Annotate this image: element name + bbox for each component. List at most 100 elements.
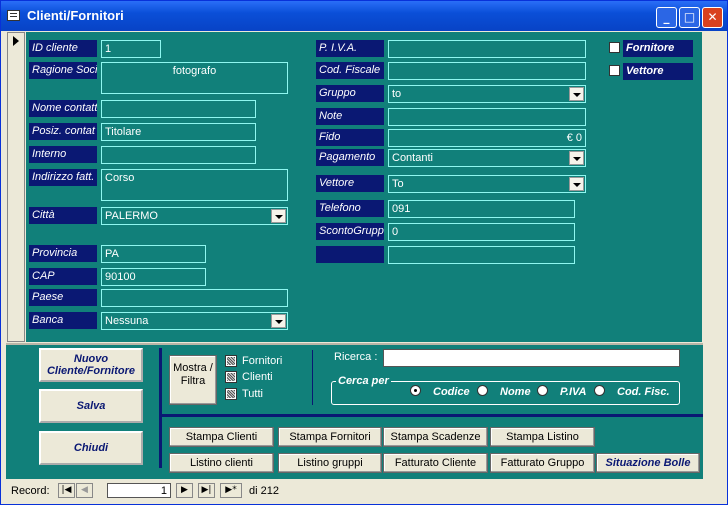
- codice-radio-label: Codice: [433, 386, 470, 398]
- stampa-fornitori-button[interactable]: Stampa Fornitori: [278, 427, 382, 447]
- pagamento-combo[interactable]: Contanti: [388, 149, 586, 167]
- id-cliente-label: ID cliente: [29, 40, 97, 57]
- codice-fiscale-field[interactable]: [388, 62, 586, 80]
- vettore-checkbox[interactable]: [609, 65, 620, 76]
- stampa-clienti-button[interactable]: Stampa Clienti: [169, 427, 274, 447]
- dropdown-arrow-icon[interactable]: [271, 209, 286, 223]
- citta-label: Città: [29, 207, 97, 224]
- stampa-scadenze-button[interactable]: Stampa Scadenze: [383, 427, 488, 447]
- banca-label: Banca: [29, 312, 97, 329]
- codice-radio[interactable]: [410, 385, 421, 396]
- telefono-label: Telefono: [316, 200, 384, 217]
- vettore-combo[interactable]: To: [388, 175, 586, 193]
- fido-label: Fido: [316, 129, 384, 146]
- form-window: Clienti/Fornitori _ □ ✕ ID cliente 1 Rag…: [0, 0, 728, 505]
- fatturato-cliente-button[interactable]: Fatturato Cliente: [383, 453, 488, 473]
- gruppo-value: to: [392, 88, 402, 100]
- divider: [159, 348, 162, 468]
- banca-combo[interactable]: Nessuna: [101, 312, 288, 330]
- fatturato-gruppo-button[interactable]: Fatturato Gruppo: [490, 453, 595, 473]
- fornitore-checkbox[interactable]: [609, 42, 620, 53]
- form-footer: Nuovo Cliente/Fornitore Salva Chiudi Mos…: [6, 343, 703, 479]
- sconto-gruppo-field[interactable]: 0: [388, 223, 575, 241]
- fornitori-filter-label: Fornitori: [242, 355, 283, 367]
- cap-label: CAP: [29, 268, 97, 285]
- record-count: di 212: [249, 485, 279, 497]
- interno-label: Interno: [29, 146, 97, 163]
- fornitori-filter-checkbox[interactable]: [225, 355, 237, 367]
- interno-field[interactable]: [101, 146, 256, 164]
- sconto-gruppo-label: ScontoGrupp: [316, 223, 384, 240]
- nuovo-cliente-button[interactable]: Nuovo Cliente/Fornitore: [39, 348, 143, 382]
- nome-radio-label: Nome: [500, 386, 531, 398]
- vettore-flag-label: Vettore: [623, 63, 693, 80]
- cap-field[interactable]: 90100: [101, 268, 206, 286]
- first-record-icon[interactable]: |◀: [58, 483, 75, 498]
- form-icon: [7, 10, 20, 21]
- chiudi-button[interactable]: Chiudi: [39, 431, 143, 465]
- title-bar: Clienti/Fornitori _ □ ✕: [1, 1, 727, 31]
- record-navigation-bar: Record: |◀ ◀ 1 ▶ ▶| ▶* di 212: [6, 482, 703, 500]
- dropdown-arrow-icon[interactable]: [271, 314, 286, 328]
- mostra-filtra-button[interactable]: Mostra / Filtra: [169, 355, 217, 405]
- clienti-filter-label: Clienti: [242, 371, 273, 383]
- dropdown-arrow-icon[interactable]: [569, 87, 584, 101]
- cerca-per-label: Cerca per: [336, 375, 391, 387]
- last-record-icon[interactable]: ▶|: [198, 483, 215, 498]
- codfisc-radio[interactable]: [594, 385, 605, 396]
- listino-clienti-button[interactable]: Listino clienti: [169, 453, 274, 473]
- previous-record-icon[interactable]: ◀: [76, 483, 93, 498]
- ricerca-input[interactable]: [383, 349, 680, 367]
- maximize-button[interactable]: □: [679, 7, 700, 28]
- next-record-icon[interactable]: ▶: [176, 483, 193, 498]
- new-record-icon[interactable]: ▶*: [220, 483, 242, 498]
- tutti-filter-label: Tutti: [242, 388, 263, 400]
- ragione-sociale-field[interactable]: fotografo: [101, 62, 288, 94]
- blank-label: [316, 246, 384, 263]
- blank-field[interactable]: [388, 246, 575, 264]
- piva-field[interactable]: [388, 40, 586, 58]
- indirizzo-field[interactable]: Corso: [101, 169, 288, 201]
- pagamento-label: Pagamento: [316, 149, 384, 166]
- nome-contatto-field[interactable]: [101, 100, 256, 118]
- detail-section: ID cliente 1 Ragione Soci fotografo Nome…: [26, 32, 702, 342]
- citta-combo[interactable]: PALERMO: [101, 207, 288, 225]
- listino-gruppi-button[interactable]: Listino gruppi: [278, 453, 382, 473]
- dropdown-arrow-icon[interactable]: [569, 151, 584, 165]
- record-label: Record:: [11, 485, 50, 497]
- ragione-sociale-label: Ragione Soci: [29, 62, 97, 79]
- indirizzo-label: Indirizzo fatt.: [29, 169, 97, 186]
- clienti-filter-checkbox[interactable]: [225, 371, 237, 383]
- divider: [159, 414, 703, 417]
- record-selector[interactable]: [7, 32, 25, 342]
- tutti-filter-checkbox[interactable]: [225, 388, 237, 400]
- provincia-field[interactable]: PA: [101, 245, 206, 263]
- nome-contatto-label: Nome contatt: [29, 100, 97, 117]
- close-button[interactable]: ✕: [702, 7, 723, 28]
- situazione-bolle-button[interactable]: Situazione Bolle: [596, 453, 700, 473]
- piva-radio-label: P.IVA: [560, 386, 587, 398]
- fornitore-label: Fornitore: [623, 40, 693, 57]
- id-cliente-field[interactable]: 1: [101, 40, 161, 58]
- posizione-contatto-label: Posiz. contat: [29, 123, 97, 140]
- minimize-button[interactable]: _: [656, 7, 677, 28]
- paese-field[interactable]: [101, 289, 288, 307]
- salva-button[interactable]: Salva: [39, 389, 143, 423]
- codfisc-radio-label: Cod. Fisc.: [617, 386, 670, 398]
- gruppo-label: Gruppo: [316, 85, 384, 102]
- stampa-listino-button[interactable]: Stampa Listino: [490, 427, 595, 447]
- codice-fiscale-label: Cod. Fiscale: [316, 62, 384, 79]
- note-field[interactable]: [388, 108, 586, 126]
- dropdown-arrow-icon[interactable]: [569, 177, 584, 191]
- record-number-input[interactable]: 1: [107, 483, 171, 498]
- paese-label: Paese: [29, 289, 97, 306]
- current-record-arrow-icon: [13, 36, 19, 46]
- posizione-contatto-field[interactable]: Titolare: [101, 123, 256, 141]
- gruppo-combo[interactable]: to: [388, 85, 586, 103]
- pagamento-value: Contanti: [392, 152, 433, 164]
- piva-radio[interactable]: [537, 385, 548, 396]
- nome-radio[interactable]: [477, 385, 488, 396]
- telefono-field[interactable]: 091: [388, 200, 575, 218]
- citta-value: PALERMO: [105, 210, 158, 222]
- fido-field[interactable]: € 0: [388, 129, 586, 147]
